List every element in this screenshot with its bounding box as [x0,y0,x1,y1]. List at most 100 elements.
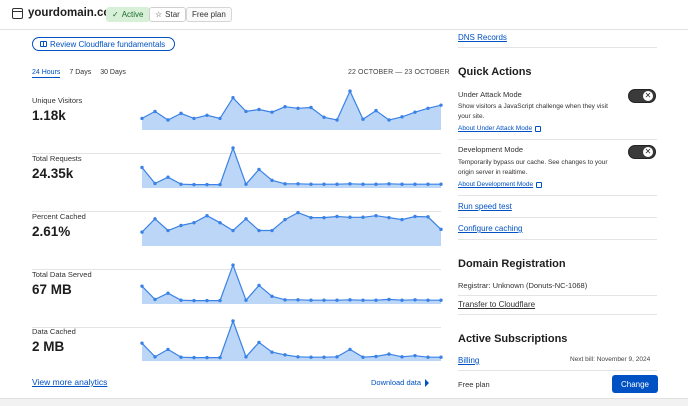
data-point [166,118,170,122]
run-speed-test-link[interactable]: Run speed test [458,202,512,211]
data-point [413,298,417,302]
transfer-link[interactable]: Transfer to Cloudflare [458,300,535,309]
link-label: About Under Attack Mode [458,125,533,132]
dns-records-link[interactable]: DNS Records [458,33,507,42]
data-point [192,298,196,303]
data-point [400,182,404,186]
metric-value: 2.61% [32,224,71,239]
data-point [374,298,378,302]
configure-caching-link[interactable]: Configure caching [458,224,522,233]
metric-label: Total Data Served [32,270,92,279]
data-point [296,210,300,215]
divider [458,314,657,315]
data-point [231,146,235,150]
development-mode-description: Temporarily bypass our cache. See change… [458,159,608,176]
data-point [387,297,391,302]
data-point [192,182,196,187]
data-point [166,175,170,179]
data-point [387,182,391,186]
under-attack-toggle[interactable]: ✕ [628,89,656,103]
series-area [142,148,441,188]
data-point [348,298,352,302]
data-point [257,283,261,288]
data-point [231,96,235,100]
data-point [179,111,183,116]
data-cached-chart [140,319,443,361]
data-point [153,109,157,114]
tab-24-hours[interactable]: 24 Hours [32,69,61,78]
under-attack-description: Show visitors a JavaScript challenge whe… [458,103,608,120]
data-point [335,298,339,302]
data-point [283,105,287,109]
data-point [283,353,287,357]
data-point [179,223,183,228]
data-point [231,228,235,233]
data-point [374,354,378,359]
date-range-label: 22 OCTOBER — 23 OCTOBER [348,69,450,76]
data-point [205,355,209,360]
link-label: About Development Mode [458,181,534,188]
metric-value: 67 MB [32,282,72,297]
data-point [439,355,443,359]
checkmark-icon: ✓ [112,10,119,19]
plan-badge: Free plan [186,7,232,22]
status-label: Active [121,10,144,19]
chevron-right-icon [425,378,430,387]
data-point [413,110,417,114]
data-point [335,182,339,186]
quick-actions-title: Quick Actions [458,66,532,78]
data-point [361,215,365,219]
data-point [270,178,274,183]
data-point [153,297,157,302]
data-point [400,355,404,359]
about-under-attack-link[interactable]: About Under Attack Mode [458,125,542,132]
data-point [218,182,222,187]
data-point [283,182,287,186]
development-mode-toggle[interactable]: ✕ [628,145,656,159]
review-fundamentals-button[interactable]: Review Cloudflare fundamentals [32,37,175,51]
metric-value: 1.18k [32,108,66,123]
data-point [244,182,248,186]
billing-link[interactable]: Billing [458,356,479,365]
time-range-tabs: 24 Hours 7 Days 30 Days [32,69,126,78]
view-more-analytics-link[interactable]: View more analytics [32,377,107,387]
close-icon: ✕ [643,91,653,101]
star-icon: ☆ [155,10,163,19]
data-point [426,298,430,302]
data-point [205,298,209,303]
tab-7-days[interactable]: 7 Days [69,69,91,78]
tab-30-days[interactable]: 30 Days [100,69,126,78]
data-point [322,115,326,119]
star-button[interactable]: ☆ Star [149,7,186,22]
series-line [141,319,441,359]
data-point [153,181,157,186]
data-point [361,355,365,359]
metric-label: Total Requests [32,154,82,163]
star-label: Star [165,10,180,19]
about-development-mode-link[interactable]: About Development Mode [458,181,543,188]
data-point [270,350,274,354]
metric-value: 2 MB [32,339,65,354]
data-point [270,110,274,114]
data-point [140,165,144,170]
change-plan-button[interactable]: Change [612,375,658,393]
divider [458,195,657,196]
data-point [374,108,378,113]
data-point [296,106,300,110]
data-point [309,355,313,359]
data-point [140,284,144,288]
data-point [283,298,287,302]
domain-registration-title: Domain Registration [458,258,566,270]
data-point [296,355,300,359]
data-point [257,167,261,172]
data-point [205,113,209,117]
data-point [400,217,404,222]
metric-label: Data Cached [32,327,76,336]
data-point [309,105,313,110]
download-data-button[interactable]: Download data [371,378,430,387]
divider [458,139,657,140]
data-point [140,230,144,234]
series-area [142,91,441,130]
domain-title: yourdomain.com [12,7,121,19]
window-icon [12,7,23,19]
